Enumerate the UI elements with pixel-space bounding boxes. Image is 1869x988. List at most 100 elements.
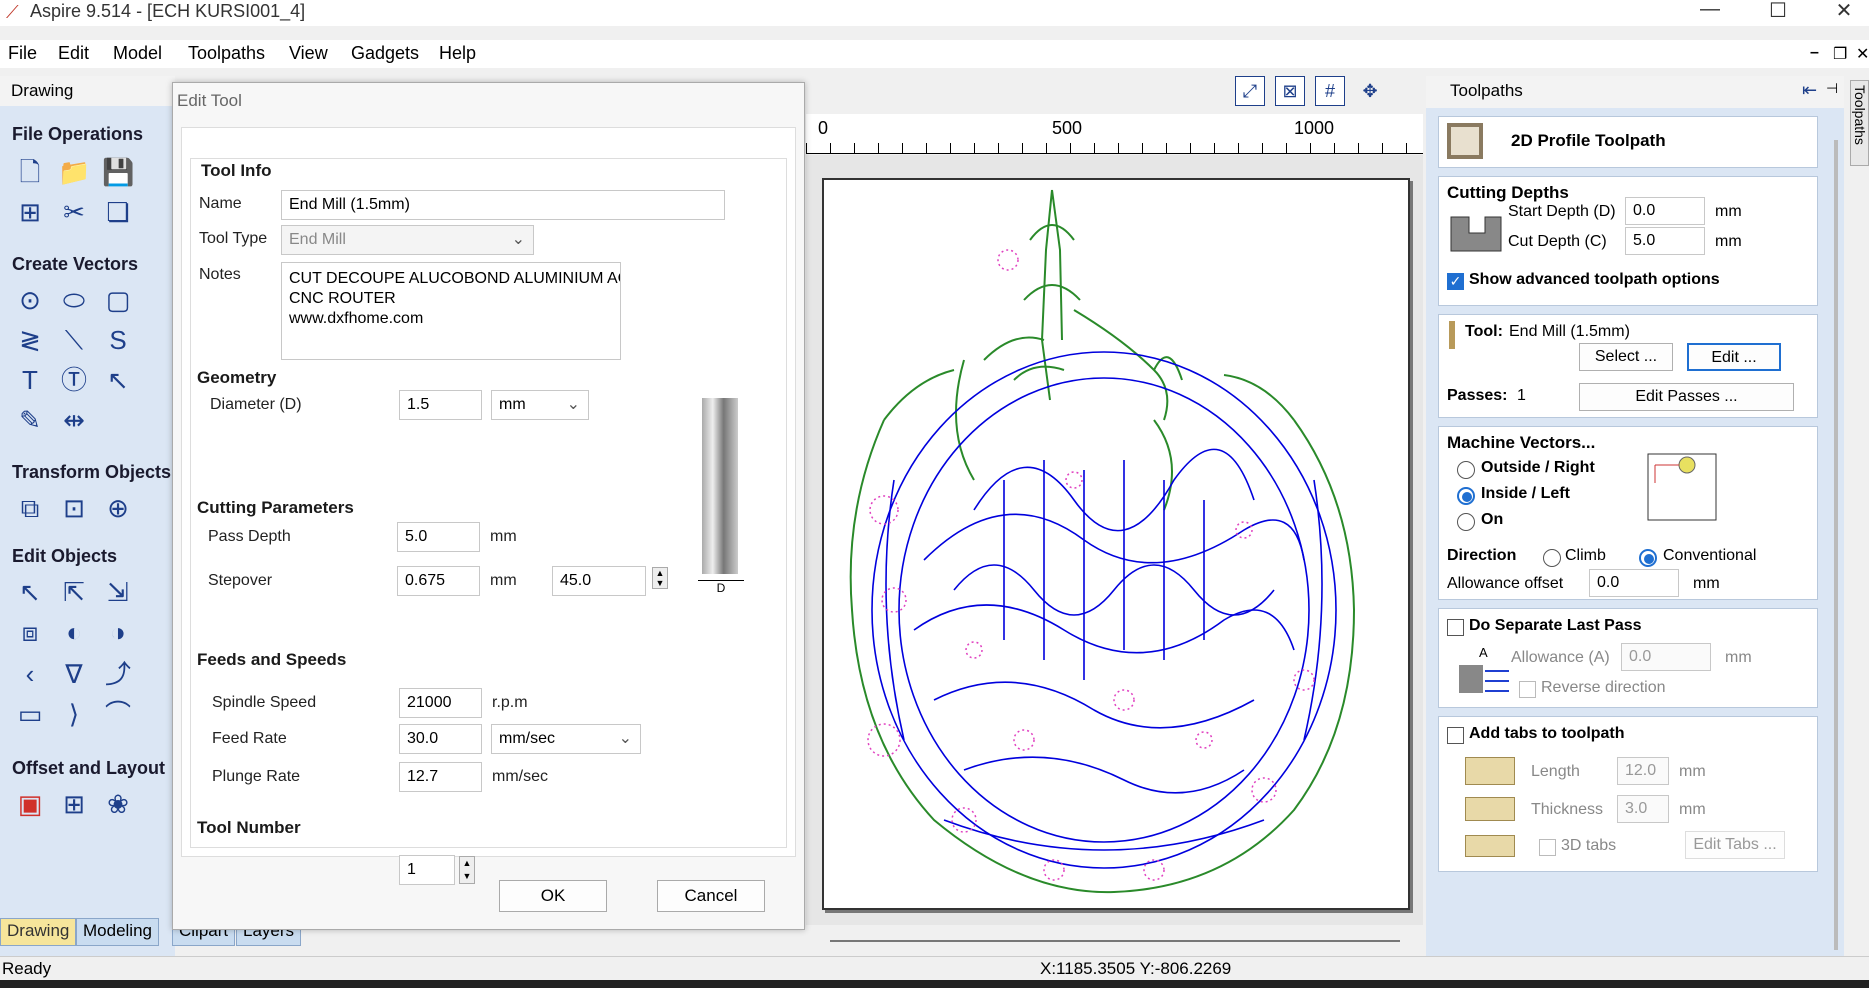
ellipse-icon[interactable]: ⬭ [58, 284, 90, 316]
select-tool-button[interactable]: Select ... [1579, 343, 1673, 371]
cut-depth-input[interactable]: 5.0 [1625, 227, 1705, 255]
pin-icon[interactable]: ⊣ [1826, 80, 1838, 97]
diameter-unit-select[interactable]: mm ⌄ [491, 390, 589, 420]
start-depth-input[interactable]: 0.0 [1625, 197, 1705, 225]
horizontal-scrollbar[interactable] [830, 940, 1400, 942]
save-icon[interactable]: 💾 [102, 156, 134, 188]
grid-icon[interactable]: # [1315, 76, 1345, 106]
import-icon[interactable]: ⊞ [14, 196, 46, 228]
maximize-icon[interactable]: ☐ [1758, 0, 1798, 24]
conventional-radio[interactable] [1639, 549, 1657, 567]
advanced-options-checkbox[interactable]: ✓ [1447, 273, 1464, 290]
tool-name-input[interactable]: End Mill (1.5mm) [281, 190, 725, 220]
stepover-input[interactable]: 0.675 [397, 566, 480, 596]
reverse-direction-checkbox[interactable] [1519, 681, 1536, 698]
move-icon[interactable]: ⧉ [14, 492, 46, 524]
stepover-percent-input[interactable]: 45.0 [552, 566, 646, 596]
line-icon[interactable]: ⟍ [58, 324, 90, 356]
transform-select-icon[interactable]: ⇲ [102, 576, 134, 608]
diameter-input[interactable]: 1.5 [399, 390, 482, 420]
pass-depth-label: Pass Depth [208, 528, 291, 545]
tab-drawing[interactable]: Drawing [0, 918, 77, 946]
add-tabs-checkbox[interactable] [1447, 727, 1464, 744]
edit-tool-button[interactable]: Edit ... [1687, 343, 1781, 371]
tab-length-input[interactable]: 12.0 [1617, 757, 1669, 785]
mdi-close-icon[interactable]: ✕ [1856, 44, 1869, 64]
mdi-minimize-icon[interactable]: – [1810, 44, 1819, 62]
circle-icon[interactable]: ⊙ [14, 284, 46, 316]
tab-modeling[interactable]: Modeling [76, 918, 159, 946]
outside-right-radio[interactable] [1457, 461, 1475, 479]
toolpaths-scrollbar[interactable] [1834, 140, 1838, 950]
menu-view[interactable]: View [289, 43, 328, 64]
rectangle-icon[interactable]: ▢ [102, 284, 134, 316]
separate-last-pass-checkbox[interactable] [1447, 619, 1464, 636]
window-title: Aspire 9.514 - [ECH KURSI001_4] [30, 1, 306, 21]
edit-passes-button[interactable]: Edit Passes ... [1579, 383, 1794, 411]
feed-rate-unit-select[interactable]: mm/sec ⌄ [491, 724, 641, 754]
menu-edit[interactable]: Edit [58, 43, 89, 64]
tool-number-spinner[interactable]: ▲ ▼ [459, 856, 475, 884]
tool-type-select[interactable]: End Mill ⌄ [281, 225, 534, 255]
allowance-offset-input[interactable]: 0.0 [1589, 569, 1679, 597]
arc-icon[interactable]: ⌒ [102, 698, 134, 730]
menu-file[interactable]: File [8, 43, 37, 64]
dock-icon[interactable]: ⇤ [1802, 80, 1817, 101]
text-icon[interactable]: T [14, 364, 46, 396]
cancel-button[interactable]: Cancel [657, 880, 765, 912]
menu-gadgets[interactable]: Gadgets [351, 43, 419, 64]
climb-radio[interactable] [1543, 549, 1561, 567]
bracket-right-icon[interactable]: ⟩ [58, 698, 90, 730]
menu-toolpaths[interactable]: Toolpaths [188, 43, 265, 64]
minimize-icon[interactable]: — [1690, 0, 1730, 24]
toolpaths-side-tab[interactable]: Toolpaths [1850, 80, 1869, 166]
weld-icon[interactable]: ⧈ [14, 616, 46, 648]
smooth-curve-icon[interactable]: ⤴ [102, 658, 134, 690]
pass-depth-input[interactable]: 5.0 [397, 522, 480, 552]
node-edit-icon[interactable]: ⇱ [58, 576, 90, 608]
scale-icon[interactable]: ⊡ [58, 492, 90, 524]
rounded-box-icon[interactable]: ▭ [14, 698, 46, 730]
curve-icon[interactable]: S [102, 324, 134, 356]
calligraphy-artwork[interactable] [824, 180, 1408, 908]
nodes-triangle-icon[interactable]: ∇ [58, 658, 90, 690]
menu-model[interactable]: Model [113, 43, 162, 64]
bitmap-trace-icon[interactable]: ✎ [14, 404, 46, 436]
stepover-spinner[interactable]: ▲ ▼ [652, 567, 668, 589]
copy-icon[interactable]: ❏ [102, 196, 134, 228]
subtract-icon[interactable]: ◐ [58, 616, 90, 648]
zoom-region-icon[interactable]: ⊠ [1275, 76, 1305, 106]
polyline-icon[interactable]: ≷ [14, 324, 46, 356]
select-icon[interactable]: ↖ [14, 576, 46, 608]
edit-tabs-button[interactable]: Edit Tabs ... [1685, 831, 1785, 859]
new-file-icon[interactable]: 🗋 [14, 156, 46, 188]
tool-number-input[interactable]: 1 [399, 855, 455, 885]
material-sheet[interactable] [822, 178, 1410, 910]
ok-button[interactable]: OK [499, 880, 607, 912]
align-icon[interactable]: ⊕ [102, 492, 134, 524]
pan-icon[interactable]: ✥ [1355, 77, 1385, 107]
intersect-icon[interactable]: ◑ [102, 616, 134, 648]
close-icon[interactable]: ✕ [1824, 0, 1864, 24]
tab-thickness-input[interactable]: 3.0 [1617, 795, 1669, 823]
text-box-icon[interactable]: Ⓣ [58, 364, 90, 396]
zoom-extents-icon[interactable]: ⤢ [1235, 76, 1265, 106]
notes-textarea[interactable]: CUT DECOUPE ALUCOBOND ALUMINIUM ACF CNC … [281, 262, 621, 360]
text-on-curve-icon[interactable]: ↖ [102, 364, 134, 396]
chevron-left-icon[interactable]: ‹ [14, 658, 46, 690]
offset-icon[interactable]: ▣ [14, 788, 46, 820]
cut-icon[interactable]: ✂ [58, 196, 90, 228]
mdi-restore-icon[interactable]: ❐ [1833, 44, 1847, 64]
last-pass-allowance-input[interactable]: 0.0 [1621, 643, 1711, 671]
3d-tabs-checkbox[interactable] [1539, 839, 1556, 856]
menu-help[interactable]: Help [439, 43, 476, 64]
feed-rate-input[interactable]: 30.0 [399, 724, 482, 754]
dimension-icon[interactable]: ⇹ [58, 404, 90, 436]
on-radio[interactable] [1457, 513, 1475, 531]
plunge-rate-input[interactable]: 12.7 [399, 762, 482, 792]
inside-left-radio[interactable] [1457, 487, 1475, 505]
open-folder-icon[interactable]: 📁 [58, 156, 90, 188]
array-icon[interactable]: ⊞ [58, 788, 90, 820]
spindle-speed-input[interactable]: 21000 [399, 688, 482, 718]
circular-copy-icon[interactable]: ❀ [102, 788, 134, 820]
